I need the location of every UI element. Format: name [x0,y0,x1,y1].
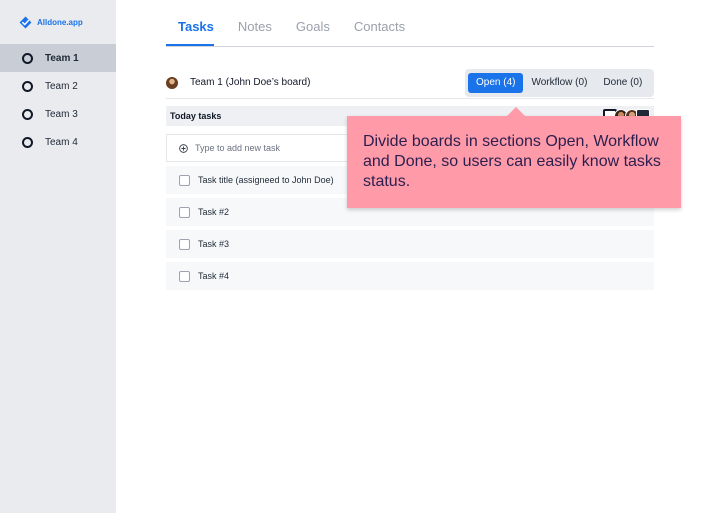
tab-goals[interactable]: Goals [296,19,330,46]
task-checkbox[interactable] [179,174,190,186]
add-circle-icon [179,143,188,153]
segment-open[interactable]: Open (4) [468,73,524,93]
task-row[interactable]: Task #3 [166,230,654,258]
task-title: Task #3 [198,239,230,249]
circle-icon [22,52,33,64]
task-row[interactable]: Task #4 [166,262,654,290]
avatar[interactable] [166,77,178,89]
sidebar-item-team-3[interactable]: Team 3 [0,100,116,128]
status-segmented-control: Open (4) Workflow (0) Done (0) [465,69,654,97]
board-title: Team 1 (John Doe’s board) [190,77,311,88]
tooltip-callout: Divide boards in sections Open, Workflow… [347,107,681,208]
circle-icon [22,136,33,148]
sidebar-item-team-4[interactable]: Team 4 [0,128,116,156]
segment-done[interactable]: Done (0) [595,73,650,93]
alldone-logo-icon [19,16,32,28]
task-checkbox[interactable] [179,238,190,250]
circle-icon [22,108,33,120]
brand-name: Alldone.app [37,17,83,27]
callout-text: Divide boards in sections Open, Workflow… [363,133,661,190]
tab-tasks[interactable]: Tasks [166,19,214,46]
team-list: Team 1 Team 2 Team 3 Team 4 [0,44,116,156]
add-task-placeholder: Type to add new task [195,143,281,153]
sidebar: Alldone.app Team 1 Team 2 Team 3 Team 4 [0,0,116,513]
task-checkbox[interactable] [179,270,190,282]
sidebar-item-team-2[interactable]: Team 2 [0,72,116,100]
circle-icon [22,80,33,92]
task-title: Task #2 [198,207,230,217]
section-title: Today tasks [170,111,222,121]
task-title: Task #4 [198,271,230,281]
sidebar-item-label: Team 4 [45,136,78,148]
sidebar-item-label: Team 2 [45,80,78,92]
brand-logo[interactable]: Alldone.app [19,14,83,30]
tab-notes[interactable]: Notes [238,19,272,46]
task-title: Task title (assigneed to John Doe) [198,175,334,185]
task-checkbox[interactable] [179,206,190,218]
tab-bar: Tasks Notes Goals Contacts [166,0,654,47]
sidebar-item-label: Team 3 [45,108,78,120]
sidebar-item-team-1[interactable]: Team 1 [0,44,116,72]
segment-workflow[interactable]: Workflow (0) [523,73,595,93]
sidebar-item-label: Team 1 [45,52,79,64]
tab-contacts[interactable]: Contacts [354,19,405,46]
board-header: Team 1 (John Doe’s board) Open (4) Workf… [166,69,654,99]
add-task-input[interactable]: Type to add new task [166,134,348,162]
